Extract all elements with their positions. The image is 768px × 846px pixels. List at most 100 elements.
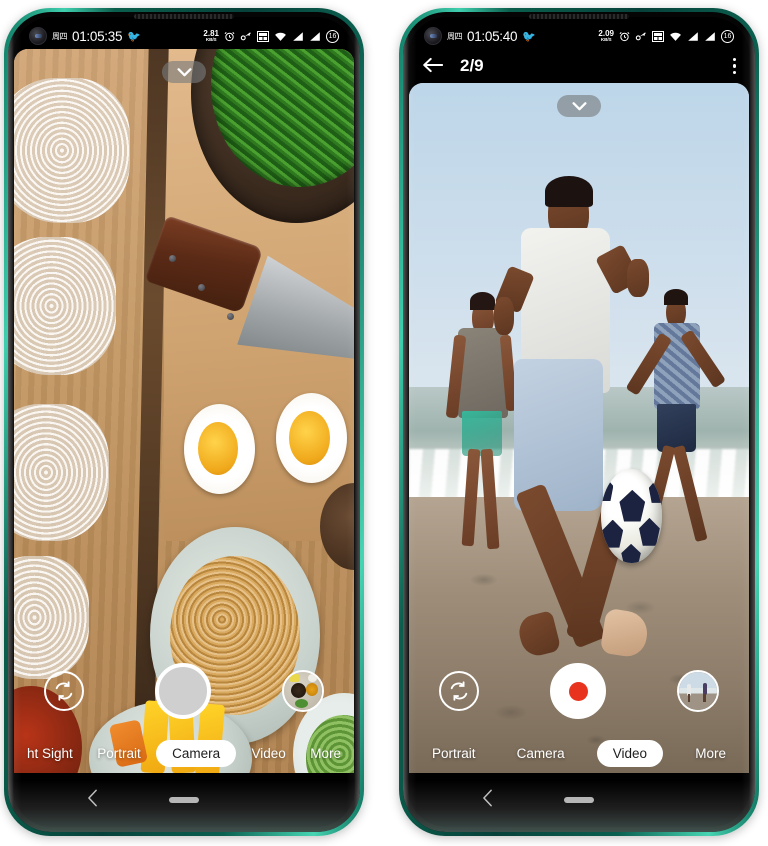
back-chevron-icon xyxy=(88,789,97,806)
back-arrow-icon xyxy=(423,57,444,72)
status-bar-left-group: 周四 01:05:35 🐦 xyxy=(29,27,141,45)
mode-portrait[interactable]: Portrait xyxy=(88,741,150,766)
back-chevron-icon xyxy=(483,789,492,806)
status-clock: 01:05:35 xyxy=(72,28,123,44)
phone-screen-left: 周四 01:05:35 🐦 2.81 KB/S 16 ht Sight Port… xyxy=(13,17,355,827)
screenshot-stage: 周四 01:05:35 🐦 2.81 KB/S 16 ht Sight Port… xyxy=(0,0,768,846)
alarm-icon xyxy=(619,31,630,42)
phone-bezel-right: 周四 01:05:40 🐦 2.09 KB/S 16 2/9 Portrait … xyxy=(403,12,755,832)
player-right-shorts xyxy=(657,403,697,453)
earpiece-speaker xyxy=(134,14,234,19)
knife-rivet-2 xyxy=(197,284,205,292)
record-dot-icon xyxy=(568,681,588,701)
mode-portrait[interactable]: Portrait xyxy=(423,741,485,766)
noodle-bundle-1 xyxy=(14,77,130,223)
player-main-hand-left xyxy=(494,296,515,335)
camera-flip-icon xyxy=(450,681,468,701)
mode-camera[interactable]: Camera xyxy=(508,741,574,766)
mode-more[interactable]: More xyxy=(686,741,735,766)
chevron-down-icon xyxy=(571,101,587,110)
signal-icon-2 xyxy=(309,31,321,42)
gallery-thumbnail-button[interactable] xyxy=(677,670,719,712)
player-main-shorts xyxy=(514,359,603,511)
alarm-icon xyxy=(224,31,235,42)
overflow-menu-icon[interactable] xyxy=(732,58,736,74)
network-speed-indicator: 2.81 KB/S xyxy=(203,29,219,43)
battery-indicator: 16 xyxy=(721,29,734,43)
signal-icon-2 xyxy=(704,31,716,42)
nav-home-handle[interactable] xyxy=(169,797,199,803)
video-record-button[interactable] xyxy=(550,663,606,719)
viewfinder-scene-beach: Portrait Camera Video More xyxy=(409,83,749,773)
expand-controls-button[interactable] xyxy=(557,95,601,117)
camera-viewfinder-right[interactable]: Portrait Camera Video More xyxy=(409,83,749,773)
knife-rivet-3 xyxy=(226,313,234,321)
phone-bezel-left: 周四 01:05:35 🐦 2.81 KB/S 16 ht Sight Port… xyxy=(8,12,360,832)
bird-icon: 🐦 xyxy=(127,30,141,43)
network-speed-indicator: 2.09 KB/S xyxy=(598,29,614,43)
vpn-icon xyxy=(652,30,664,42)
nav-back-button[interactable] xyxy=(482,789,493,812)
phone-device-left: 周四 01:05:35 🐦 2.81 KB/S 16 ht Sight Port… xyxy=(4,8,364,836)
mode-more[interactable]: More xyxy=(301,741,350,766)
status-bar-right-group: 2.81 KB/S 16 xyxy=(203,29,339,43)
photo-shutter-button[interactable] xyxy=(155,663,211,719)
egg-yolk-2 xyxy=(289,411,331,465)
mode-night-sight[interactable]: ht Sight xyxy=(18,741,82,766)
noodle-bundle-3 xyxy=(14,403,110,542)
mode-video[interactable]: Video xyxy=(596,740,664,767)
player-main-hand-right xyxy=(626,258,649,297)
status-bar-left: 周四 01:05:35 🐦 2.81 KB/S 16 xyxy=(13,17,355,49)
front-camera-punchhole-icon xyxy=(424,27,442,45)
mode-video[interactable]: Video xyxy=(243,741,295,766)
camera-controls-row-left xyxy=(14,663,354,719)
nav-back-button[interactable] xyxy=(87,789,98,812)
camera-flip-icon xyxy=(55,681,73,701)
key-icon xyxy=(240,31,252,42)
earpiece-speaker xyxy=(529,14,629,19)
network-speed-unit: KB/S xyxy=(600,36,612,42)
player-left-hair xyxy=(470,292,496,310)
wifi-icon xyxy=(274,31,287,42)
system-navigation-bar-left xyxy=(13,773,355,827)
camera-controls-row-right xyxy=(409,663,749,719)
nav-home-handle[interactable] xyxy=(564,797,594,803)
status-bar-left-group: 周四 01:05:40 🐦 xyxy=(424,27,536,45)
system-navigation-bar-right xyxy=(408,773,750,827)
camera-viewfinder-left[interactable]: ht Sight Portrait Camera Video More xyxy=(14,49,354,773)
viewfinder-scene-food: ht Sight Portrait Camera Video More xyxy=(14,49,354,773)
status-bar-right: 周四 01:05:40 🐦 2.09 KB/S 16 xyxy=(408,17,750,49)
camera-mode-bar-right: Portrait Camera Video More xyxy=(409,740,749,767)
page-title: 2/9 xyxy=(460,56,484,75)
camera-flip-button[interactable] xyxy=(439,671,479,711)
football xyxy=(601,469,663,563)
player-main-hair xyxy=(545,176,593,208)
status-clock: 01:05:40 xyxy=(467,28,518,44)
front-camera-punchhole-icon xyxy=(29,27,47,45)
bird-icon: 🐦 xyxy=(522,30,536,43)
chevron-down-icon xyxy=(176,67,192,76)
status-day-label: 周四 xyxy=(447,31,463,41)
key-icon xyxy=(635,31,647,42)
gallery-thumbnail-button[interactable] xyxy=(282,670,324,712)
knife-rivet-1 xyxy=(168,255,176,263)
expand-controls-button[interactable] xyxy=(162,61,206,83)
mode-camera[interactable]: Camera xyxy=(156,740,237,767)
phone-device-right: 周四 01:05:40 🐦 2.09 KB/S 16 2/9 Portrait … xyxy=(399,8,759,836)
player-right-hair xyxy=(664,288,688,306)
wifi-icon xyxy=(669,31,682,42)
status-day-label: 周四 xyxy=(52,31,68,41)
camera-mode-bar-left: ht Sight Portrait Camera Video More xyxy=(14,740,354,767)
header-back-button[interactable] xyxy=(422,56,450,77)
signal-icon-1 xyxy=(687,31,699,42)
status-bar-right-group: 2.09 KB/S 16 xyxy=(598,29,734,43)
battery-indicator: 16 xyxy=(326,29,339,43)
vpn-icon xyxy=(257,30,269,42)
noodle-bundle-2 xyxy=(14,237,117,375)
phone-screen-right: 周四 01:05:40 🐦 2.09 KB/S 16 2/9 Portrait … xyxy=(408,17,750,827)
network-speed-unit: KB/S xyxy=(205,36,217,42)
signal-icon-1 xyxy=(292,31,304,42)
noodle-bundle-4 xyxy=(14,555,89,679)
app-header-right: 2/9 xyxy=(408,49,750,83)
camera-flip-button[interactable] xyxy=(44,671,84,711)
